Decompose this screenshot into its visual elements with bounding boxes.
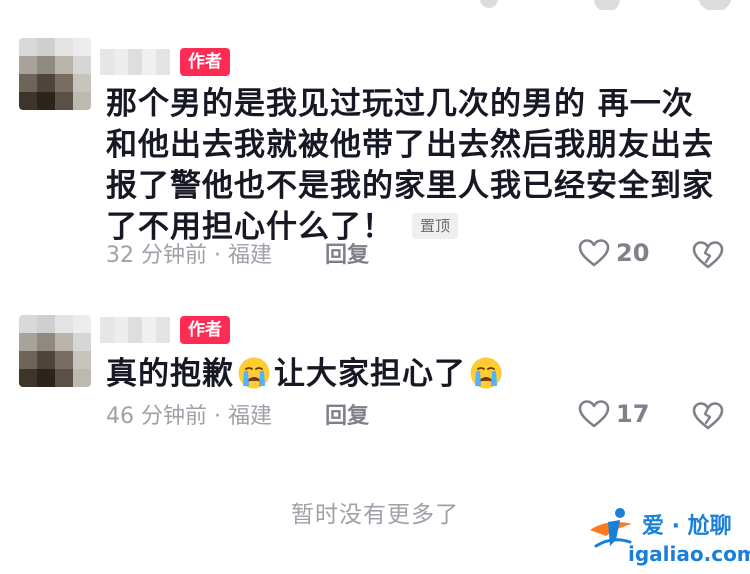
comment-body: 真的抱歉 xyxy=(106,356,234,392)
comment-meta: 46 分钟前 · 福建 xyxy=(106,404,272,429)
crying-face-emoji xyxy=(470,357,502,388)
watermark-url: igaliao.com xyxy=(628,542,750,566)
username-blurred[interactable] xyxy=(100,49,170,75)
author-badge: 作者 xyxy=(180,316,230,344)
broken-heart-icon xyxy=(692,241,724,269)
like-button[interactable]: 17 xyxy=(578,399,649,429)
avatar[interactable] xyxy=(19,38,91,110)
top-partial-icon xyxy=(698,0,732,10)
comment-meta: 32 分钟前 · 福建 xyxy=(106,243,272,268)
crying-face-emoji xyxy=(238,357,270,388)
comment-text: 那个男的是我见过玩过几次的男的 再一次和他出去我就被他带了出去然后我朋友出去报了… xyxy=(106,84,716,248)
top-partial-icon xyxy=(480,0,498,8)
like-count: 20 xyxy=(616,239,650,267)
dislike-button[interactable] xyxy=(692,401,724,435)
reply-button[interactable]: 回复 xyxy=(325,403,369,431)
like-button[interactable]: 20 xyxy=(578,238,649,268)
avatar[interactable] xyxy=(19,315,91,387)
username-blurred[interactable] xyxy=(100,317,170,343)
dislike-button[interactable] xyxy=(692,240,724,274)
reply-button[interactable]: 回复 xyxy=(325,242,369,270)
top-partial-icon xyxy=(594,0,620,10)
heart-outline-icon xyxy=(578,400,610,428)
comment-body-continued: 让大家担心了 xyxy=(274,356,466,392)
broken-heart-icon xyxy=(692,402,724,430)
comment-body: 那个男的是我见过玩过几次的男的 再一次和他出去我就被他带了出去然后我朋友出去报了… xyxy=(106,86,714,245)
watermark: 爱 · 尬聊 igaliao.com xyxy=(586,506,750,570)
pinned-tag: 置顶 xyxy=(412,212,459,239)
comment-text: 真的抱歉 让大家担心了 xyxy=(106,354,716,395)
heart-outline-icon xyxy=(578,239,610,267)
top-strip xyxy=(0,0,750,10)
like-count: 17 xyxy=(616,400,650,428)
watermark-title: 爱 · 尬聊 xyxy=(642,514,732,539)
author-badge: 作者 xyxy=(180,48,230,76)
